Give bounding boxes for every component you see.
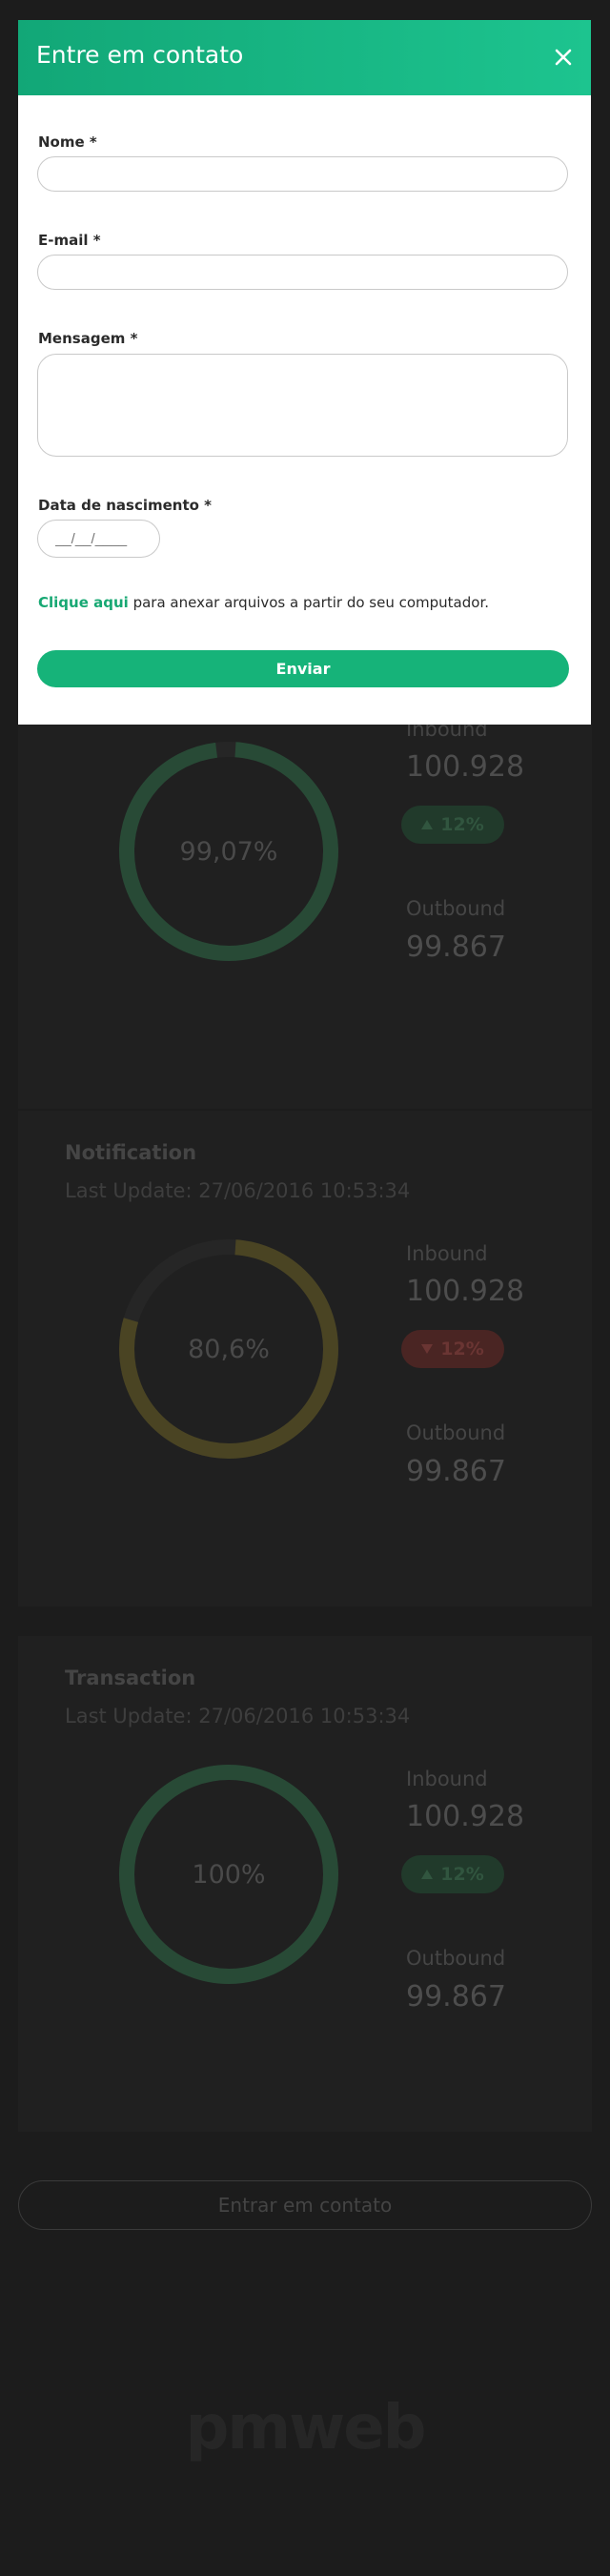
modal-header: Entre em contato [18, 20, 591, 95]
outbound-label: Outbound [406, 1421, 506, 1444]
badge-value: 12% [440, 814, 484, 835]
email-field[interactable] [37, 255, 568, 290]
change-badge: 12% [401, 1855, 504, 1893]
triangle-up-icon [421, 1870, 434, 1879]
contact-button[interactable]: Entrar em contato [18, 2180, 592, 2230]
attach-files-link[interactable]: Clique aqui [38, 594, 129, 611]
email-label: E-mail * [38, 232, 101, 249]
outbound-label: Outbound [406, 897, 506, 920]
modal-title: Entre em contato [36, 41, 244, 69]
donut-label: 80,6% [188, 1334, 270, 1364]
message-field[interactable] [37, 354, 568, 457]
outbound-label: Outbound [406, 1947, 506, 1970]
attach-files-description: para anexar arquivos a partir do seu com… [128, 594, 490, 611]
dashboard-card: Transaction Last Update: 27/06/2016 10:5… [18, 1636, 592, 2132]
change-badge: 12% [401, 806, 504, 844]
change-badge: 12% [401, 1330, 504, 1368]
badge-value: 12% [440, 1339, 484, 1360]
birthdate-field[interactable] [37, 520, 160, 558]
triangle-up-icon [421, 820, 434, 829]
contact-modal: Entre em contato Nome * E-mail * Mensage… [18, 20, 591, 725]
footer-logo: pmweb [185, 2393, 427, 2464]
card-last-update: Last Update: 27/06/2016 10:53:34 [65, 1705, 411, 1728]
message-label: Mensagem * [38, 330, 138, 347]
close-icon[interactable] [549, 43, 578, 72]
dashboard-card: Notification Last Update: 27/06/2016 10:… [18, 1111, 592, 1606]
submit-button[interactable]: Enviar [37, 650, 569, 687]
outbound-value: 99.867 [406, 1455, 506, 1488]
card-last-update: Last Update: 27/06/2016 10:53:34 [65, 1179, 411, 1202]
name-field[interactable] [37, 156, 568, 192]
badge-value: 12% [440, 1864, 484, 1885]
triangle-down-icon [421, 1344, 434, 1354]
inbound-label: Inbound [406, 1768, 488, 1790]
card-title: Transaction [65, 1666, 196, 1689]
donut-label: 99,07% [179, 836, 278, 867]
inbound-value: 100.928 [406, 1275, 525, 1308]
inbound-label: Inbound [406, 1242, 488, 1265]
inbound-value: 100.928 [406, 1800, 525, 1833]
name-label: Nome * [38, 133, 97, 151]
inbound-value: 100.928 [406, 750, 525, 784]
birthdate-label: Data de nascimento * [38, 497, 213, 514]
outbound-value: 99.867 [406, 930, 506, 964]
donut-label: 100% [192, 1859, 266, 1890]
card-title: Notification [65, 1141, 197, 1164]
outbound-value: 99.867 [406, 1980, 506, 2014]
attach-files-text: Clique aqui para anexar arquivos a parti… [38, 594, 489, 611]
